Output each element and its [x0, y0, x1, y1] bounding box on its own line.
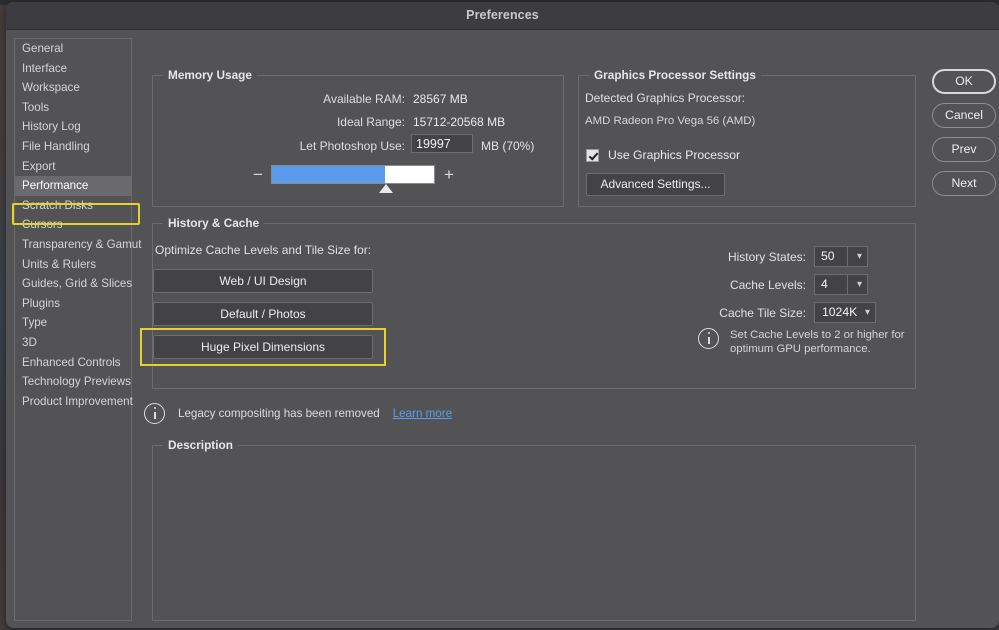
history-states-dropdown[interactable]: 50 ▾ [814, 246, 868, 267]
cache-levels-dropdown[interactable]: 4 ▾ [814, 274, 868, 295]
use-graphics-processor-row[interactable]: Use Graphics Processor [586, 148, 740, 162]
chevron-down-icon: ▾ [865, 306, 870, 320]
description-group: Description [152, 445, 916, 621]
sidebar-item-type[interactable]: Type [15, 313, 131, 333]
history-states-label: History States: [698, 250, 806, 264]
history-states-row: History States: 50 ▾ [698, 246, 868, 267]
cache-tile-size-label: Cache Tile Size: [681, 306, 806, 320]
history-states-value: 50 [821, 249, 835, 263]
cancel-button[interactable]: Cancel [932, 103, 996, 128]
dialog-body: GeneralInterfaceWorkspaceToolsHistory Lo… [6, 30, 999, 628]
cache-tile-size-row: Cache Tile Size: 1024K ▾ [681, 302, 876, 323]
preset-huge-pixel-dimensions-button[interactable]: Huge Pixel Dimensions [153, 335, 373, 359]
sidebar-item-file-handling[interactable]: File Handling [15, 137, 131, 157]
memory-unit-label: MB (70%) [481, 139, 534, 153]
graphics-processor-group: Graphics Processor Settings Detected Gra… [578, 75, 916, 207]
sidebar-item-history-log[interactable]: History Log [15, 117, 131, 137]
optimize-cache-label: Optimize Cache Levels and Tile Size for: [155, 243, 371, 257]
cache-tile-size-value: 1024K [822, 305, 857, 319]
preset-default-photos-button[interactable]: Default / Photos [153, 302, 373, 326]
cache-levels-label: Cache Levels: [698, 278, 806, 292]
detected-gpu-value: AMD Radeon Pro Vega 56 (AMD) [585, 115, 755, 127]
preset-web-ui-design-button[interactable]: Web / UI Design [153, 269, 373, 293]
history-cache-group: History & Cache Optimize Cache Levels an… [152, 223, 916, 389]
ideal-range-value: 15712-20568 MB [413, 115, 505, 129]
use-graphics-processor-label: Use Graphics Processor [608, 148, 740, 162]
memory-increase-icon[interactable]: + [442, 167, 456, 183]
sidebar-item-export[interactable]: Export [15, 157, 131, 177]
sidebar-item-performance[interactable]: Performance [15, 176, 131, 196]
learn-more-link[interactable]: Learn more [393, 407, 452, 420]
ok-button[interactable]: OK [932, 69, 996, 94]
preferences-dialog: Preferences GeneralInterfaceWorkspaceToo… [6, 2, 999, 628]
let-photoshop-use-label: Let Photoshop Use: [193, 139, 405, 153]
sidebar-item-plugins[interactable]: Plugins [15, 294, 131, 314]
sidebar-item-scratch-disks[interactable]: Scratch Disks [15, 196, 131, 216]
chevron-down-icon: ▾ [857, 250, 862, 264]
ideal-range-label: Ideal Range: [247, 115, 405, 129]
detected-gpu-label: Detected Graphics Processor: [585, 91, 745, 105]
sidebar-item-enhanced-controls[interactable]: Enhanced Controls [15, 353, 131, 373]
use-graphics-processor-checkbox[interactable] [586, 149, 599, 162]
cache-tile-size-dropdown[interactable]: 1024K ▾ [814, 302, 876, 323]
info-icon [698, 328, 719, 349]
preferences-category-list[interactable]: GeneralInterfaceWorkspaceToolsHistory Lo… [14, 38, 132, 621]
available-ram-value: 28567 MB [413, 92, 468, 106]
cache-levels-row: Cache Levels: 4 ▾ [698, 274, 868, 295]
cache-levels-note-text: Set Cache Levels to 2 or higher for opti… [730, 328, 905, 356]
dialog-titlebar: Preferences [6, 2, 999, 30]
legacy-compositing-notice: Legacy compositing has been removed Lear… [144, 403, 452, 424]
memory-usage-group: Memory Usage Available RAM: 28567 MB Ide… [152, 75, 564, 207]
sidebar-item-transparency-gamut[interactable]: Transparency & Gamut [15, 235, 131, 255]
memory-decrease-icon[interactable]: − [251, 169, 265, 183]
cache-levels-note: Set Cache Levels to 2 or higher for opti… [698, 328, 905, 356]
memory-slider-fill [272, 166, 385, 183]
legacy-compositing-text: Legacy compositing has been removed [178, 407, 380, 420]
dialog-title: Preferences [6, 8, 999, 22]
memory-slider-track[interactable] [271, 165, 435, 184]
memory-slider-thumb[interactable] [379, 184, 393, 193]
sidebar-item-cursors[interactable]: Cursors [15, 215, 131, 235]
available-ram-label: Available RAM: [247, 92, 405, 106]
let-photoshop-use-input[interactable] [411, 134, 473, 153]
prev-button[interactable]: Prev [932, 137, 996, 162]
sidebar-item-tools[interactable]: Tools [15, 98, 131, 118]
sidebar-item-general[interactable]: General [15, 39, 131, 59]
sidebar-item-technology-previews[interactable]: Technology Previews [15, 372, 131, 392]
info-icon [144, 403, 165, 424]
advanced-settings-button[interactable]: Advanced Settings... [586, 173, 725, 196]
sidebar-item-interface[interactable]: Interface [15, 59, 131, 79]
sidebar-item-guides-grid-slices[interactable]: Guides, Grid & Slices [15, 274, 131, 294]
sidebar-item-product-improvement[interactable]: Product Improvement [15, 392, 131, 412]
chevron-down-icon: ▾ [857, 278, 862, 292]
sidebar-item-units-rulers[interactable]: Units & Rulers [15, 255, 131, 275]
sidebar-item-3d[interactable]: 3D [15, 333, 131, 353]
sidebar-item-workspace[interactable]: Workspace [15, 78, 131, 98]
cache-levels-value: 4 [821, 277, 828, 291]
next-button[interactable]: Next [932, 171, 996, 196]
